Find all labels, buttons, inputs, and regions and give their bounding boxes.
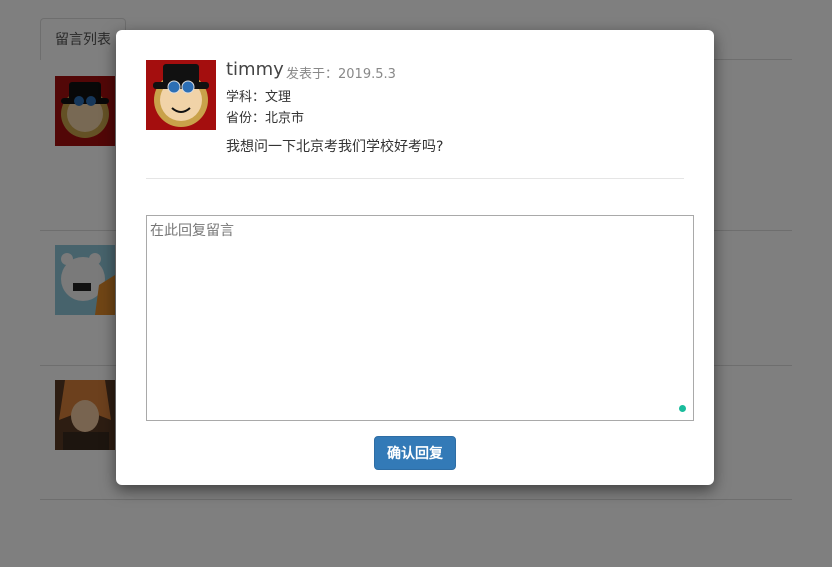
avatar — [146, 60, 216, 130]
province-info: 省份：北京市 — [226, 111, 305, 126]
message-text: 我想问一下北京考我们学校好考吗? — [226, 139, 444, 155]
user-name: timmy — [226, 59, 284, 80]
resize-indicator — [679, 405, 686, 412]
reply-input[interactable] — [146, 215, 694, 421]
reply-modal: timmy 发表于：2019.5.3 学科：文理 省份：北京市 我想问一下北京考… — [116, 30, 714, 485]
subject-info: 学科：文理 — [226, 90, 292, 105]
divider — [146, 178, 684, 179]
confirm-reply-button[interactable]: 确认回复 — [374, 436, 456, 470]
post-time: 发表于：2019.5.3 — [286, 67, 396, 82]
